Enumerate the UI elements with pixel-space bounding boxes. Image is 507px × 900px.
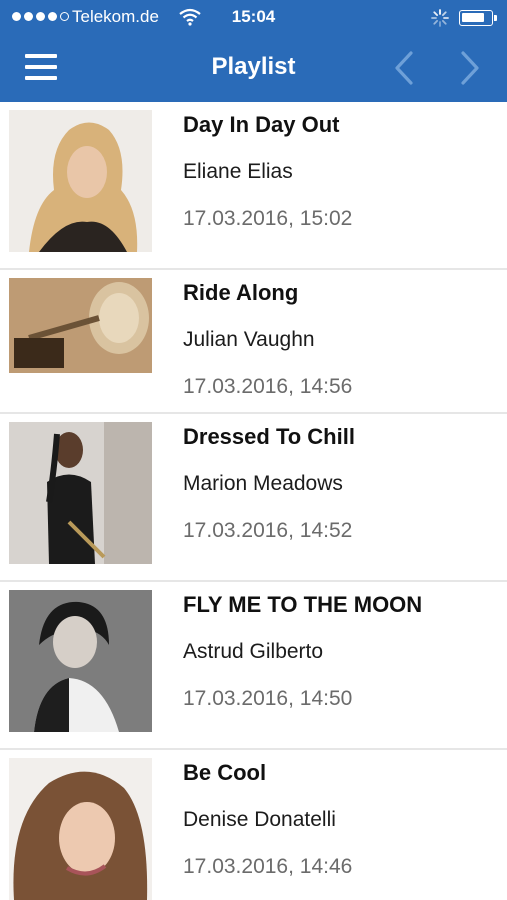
album-cover-image [9, 278, 152, 373]
playlist-item[interactable]: Day In Day Out Eliane Elias 17.03.2016, … [0, 102, 507, 270]
played-time: 17.03.2016, 15:02 [183, 207, 353, 230]
album-cover-image [9, 110, 152, 252]
playlist-list: Day In Day Out Eliane Elias 17.03.2016, … [0, 102, 507, 900]
song-artist: Marion Meadows [183, 472, 343, 495]
battery-icon [459, 10, 497, 26]
song-title: Ride Along [183, 280, 299, 305]
album-cover-image [9, 422, 152, 564]
played-time: 17.03.2016, 14:50 [183, 687, 353, 710]
nav-bar: Playlist [0, 36, 507, 102]
song-artist: Denise Donatelli [183, 808, 336, 831]
song-title: Dressed To Chill [183, 424, 355, 449]
playlist-item[interactable]: FLY ME TO THE MOON Astrud Gilberto 17.03… [0, 582, 507, 750]
album-cover-image [9, 758, 152, 900]
song-artist: Astrud Gilberto [183, 640, 324, 663]
activity-spinner-icon [431, 9, 449, 27]
page-title: Playlist [211, 53, 296, 80]
top-bar: Telekom.de 15:04 Playlist [0, 0, 507, 102]
playlist-item[interactable]: Be Cool Denise Donatelli 17.03.2016, 14:… [0, 750, 507, 900]
played-time: 17.03.2016, 14:56 [183, 375, 353, 398]
song-title: Be Cool [183, 760, 267, 785]
song-artist: Julian Vaughn [183, 328, 315, 351]
chevron-right-icon[interactable] [455, 50, 485, 86]
played-time: 17.03.2016, 14:52 [183, 519, 353, 542]
chevron-left-icon[interactable] [389, 50, 419, 86]
playlist-item[interactable]: Ride Along Julian Vaughn 17.03.2016, 14:… [0, 270, 507, 414]
song-artist: Eliane Elias [183, 160, 293, 183]
song-title: Day In Day Out [183, 112, 340, 137]
playlist-item[interactable]: Dressed To Chill Marion Meadows 17.03.20… [0, 414, 507, 582]
played-time: 17.03.2016, 14:46 [183, 855, 353, 878]
album-cover-image [9, 590, 152, 732]
song-title: FLY ME TO THE MOON [183, 592, 423, 617]
status-bar: Telekom.de 15:04 [0, 0, 507, 36]
